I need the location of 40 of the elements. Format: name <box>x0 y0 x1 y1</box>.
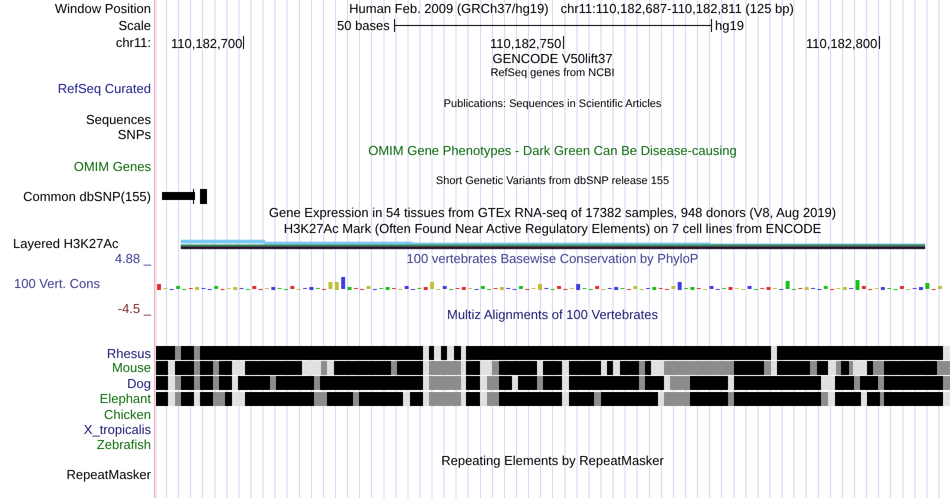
tick-mark <box>879 36 880 49</box>
tick-mark <box>563 36 564 49</box>
track-label: Mouse <box>112 361 151 374</box>
track-title: Multiz Alignments of 100 Vertebrates <box>446 308 658 320</box>
track-title: Gene Expression in 54 tissues from GTEx RNA-seq of 17382 samples, 948 donors (V8, Aug 2019) <box>268 206 836 219</box>
track-label: RefSeq Curated <box>58 82 151 94</box>
track-label: Chicken <box>104 408 151 421</box>
assembly-text: Human Feb. 2009 (GRCh37/hg19) <box>349 2 549 15</box>
track-description: Short Genetic Variants from dbSNP release 155 <box>436 176 670 187</box>
track-label: Window Position <box>54 2 151 15</box>
track-label: OMIM Genes <box>74 160 151 172</box>
scale-assembly: hg19 <box>715 19 744 32</box>
track-label: chr11: <box>116 36 151 49</box>
position-range: chr11:110,182,687-110,182,811 (125 bp) <box>560 2 794 15</box>
track-label: 100 Vert. Cons <box>14 276 100 290</box>
track-label: Zebrafish <box>96 438 151 452</box>
scale-length: 50 bases <box>337 19 390 32</box>
track-description: Publications: Sequences in Scientific Articles <box>444 98 662 110</box>
track-label: SNPs <box>118 128 151 140</box>
coordinate-label: 110,182,750 <box>490 37 562 50</box>
axis-max-label: 4.88 _ <box>114 252 151 264</box>
track-label: Scale <box>118 19 151 32</box>
track-label: Rhesus <box>106 346 151 360</box>
coordinate-label: 110,182,800 <box>806 37 878 50</box>
track-label: Elephant <box>100 392 151 406</box>
track-label: Dog <box>127 376 151 390</box>
track-label: Common dbSNP(155) <box>23 190 151 203</box>
track-title: H3K27Ac Mark (Often Found Near Active Regulatory Elements) on 7 cell lines from ENCODE <box>284 222 822 235</box>
tick-mark <box>243 36 244 49</box>
track-title: 100 vertebrates Basewise Conservation by PhyloP <box>406 252 698 264</box>
track-description: RefSeq genes from NCBI <box>490 68 615 78</box>
track-title: OMIM Gene Phenotypes - Dark Green Can Be Disease-causing <box>368 144 737 156</box>
track-label: X_tropicalis <box>84 423 151 436</box>
track-label: Sequences <box>86 112 151 126</box>
track-title: GENCODE V50lift37 <box>492 52 612 65</box>
coordinate-label: 110,182,700 <box>171 37 242 50</box>
track-label: Layered H3K27Ac <box>13 237 119 250</box>
track-label: RepeatMasker <box>66 468 151 482</box>
axis-min-label: -4.5 _ <box>118 302 151 314</box>
track-title: Repeating Elements by RepeatMasker <box>441 454 664 467</box>
